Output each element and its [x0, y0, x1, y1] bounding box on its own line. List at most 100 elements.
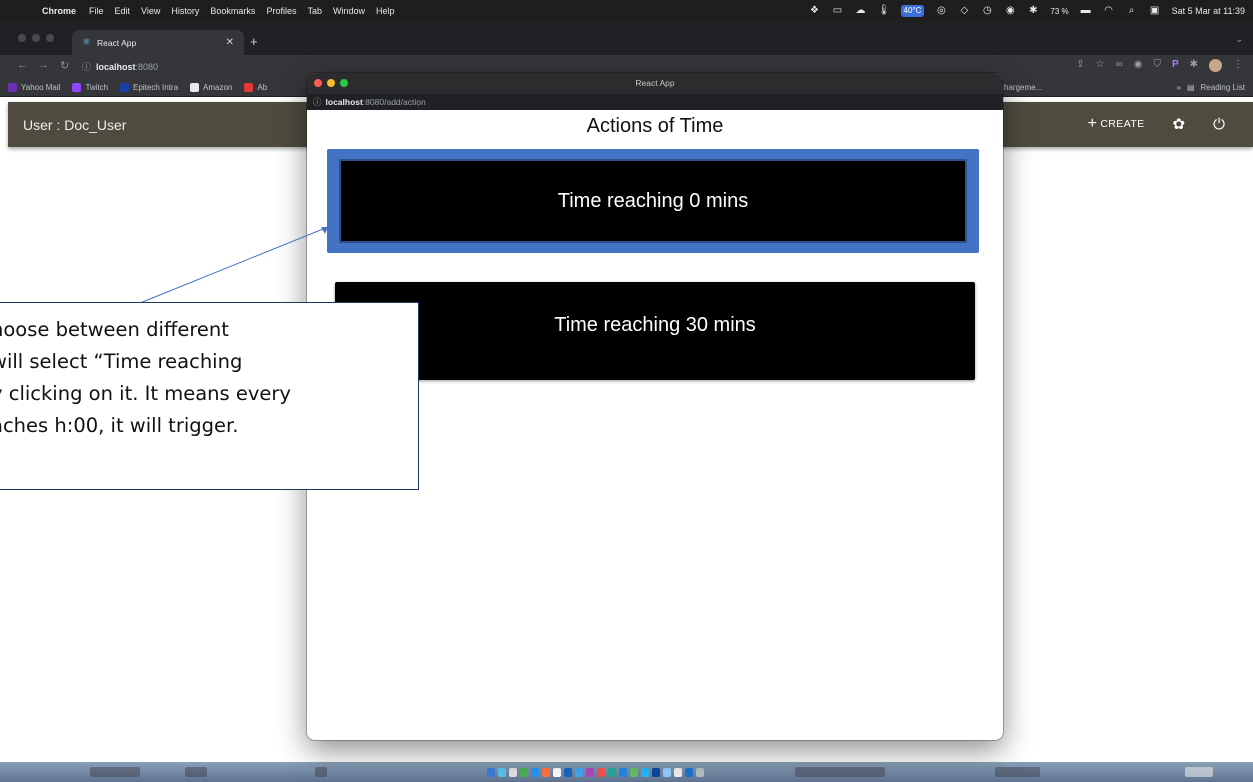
profile-avatar[interactable] — [1209, 59, 1222, 72]
thermometer-icon[interactable]: 🌡 — [878, 6, 891, 16]
bookmarks-more-icon[interactable]: » — [1177, 83, 1181, 92]
callout-line: y clicking on it. It means every — [0, 382, 291, 405]
reload-icon[interactable]: ↻ — [60, 59, 69, 72]
gear-icon[interactable]: ✿ — [1173, 115, 1186, 133]
search-icon[interactable]: ⌕ — [1126, 6, 1138, 16]
menubar-datetime[interactable]: Sat 5 Mar at 11:39 — [1172, 6, 1245, 16]
bookmark-label: Ab — [257, 82, 268, 92]
popup-maximize-button[interactable] — [340, 79, 348, 87]
menu-view[interactable]: View — [141, 6, 160, 16]
dock-app-icon[interactable] — [597, 768, 605, 777]
menu-file[interactable]: File — [89, 6, 104, 16]
dock-app-icon[interactable] — [520, 768, 528, 777]
menu-profiles[interactable]: Profiles — [266, 6, 296, 16]
reading-list-label[interactable]: Reading List — [1201, 83, 1245, 92]
bookmark-amazon[interactable]: Amazon — [190, 82, 232, 92]
display-icon[interactable]: ▭ — [832, 6, 844, 16]
dock-app-icon[interactable] — [696, 768, 704, 777]
popup-close-button[interactable] — [314, 79, 322, 87]
cloud-icon[interactable]: ☁ — [855, 6, 867, 16]
bookmark-label: Twitch — [85, 82, 109, 92]
bookmark-chargeme[interactable]: chargeme... — [1000, 78, 1042, 97]
macos-menubar: Chrome File Edit View History Bookmarks … — [0, 0, 1253, 22]
menu-tab[interactable]: Tab — [307, 6, 322, 16]
control-center-icon[interactable]: ▣ — [1149, 6, 1161, 16]
action-card-selected[interactable]: Time reaching 0 mins — [327, 149, 979, 253]
dock-app-icon[interactable] — [542, 768, 550, 777]
clock-icon[interactable]: ◷ — [981, 6, 993, 16]
dropbox-icon[interactable]: ❖ — [809, 6, 821, 16]
menu-bookmarks[interactable]: Bookmarks — [210, 6, 255, 16]
window-controls — [18, 34, 54, 42]
extension-glasses-icon[interactable]: ∞ — [1116, 59, 1123, 72]
chrome-menu-icon[interactable]: ⋮ — [1233, 59, 1243, 72]
dock-background-window — [795, 767, 885, 777]
minimize-window-button[interactable] — [32, 34, 40, 42]
circle-icon[interactable]: ◎ — [935, 6, 947, 16]
bookmark-yahoo-mail[interactable]: Yahoo Mail — [8, 82, 60, 92]
bookmark-star-icon[interactable]: ☆ — [1096, 59, 1105, 72]
dock-app-icon[interactable] — [619, 768, 627, 777]
tab-react-app[interactable]: ⚛ React App ✕ — [72, 30, 244, 55]
airdrop-icon[interactable]: ◉ — [1004, 6, 1016, 16]
share-icon[interactable]: ⇪ — [1076, 59, 1084, 72]
bluetooth-icon[interactable]: ✱ — [1027, 6, 1039, 16]
site-info-icon[interactable]: ⓘ — [313, 96, 322, 108]
popup-address-bar[interactable]: ⓘ localhost:8080/add/action — [307, 94, 1003, 110]
menu-history[interactable]: History — [171, 6, 199, 16]
popup-window-title: React App — [635, 78, 675, 88]
extension-shield-icon[interactable]: ⛉ — [1153, 59, 1161, 72]
battery-icon[interactable]: ▬ — [1080, 6, 1092, 16]
diamond-icon[interactable]: ◇ — [958, 6, 970, 16]
dock-app-icon[interactable] — [608, 768, 616, 777]
create-button[interactable]: + CREATE — [1088, 116, 1145, 132]
bookmark-ab[interactable]: Ab — [244, 82, 268, 92]
menu-window[interactable]: Window — [333, 6, 365, 16]
dock-app-icon[interactable] — [674, 768, 682, 777]
extensions-puzzle-icon[interactable]: ✱ — [1190, 59, 1198, 72]
bookmark-twitch[interactable]: Twitch — [72, 82, 109, 92]
amazon-icon — [190, 82, 200, 92]
temperature-readout[interactable]: 40°C — [900, 5, 925, 17]
menu-edit[interactable]: Edit — [115, 6, 131, 16]
new-tab-button[interactable]: + — [250, 34, 258, 49]
dock-app-icon[interactable] — [509, 768, 517, 777]
maximize-window-button[interactable] — [46, 34, 54, 42]
dock-app-icon[interactable] — [531, 768, 539, 777]
menubar-status-area: ❖ ▭ ☁ 🌡 40°C ◎ ◇ ◷ ◉ ✱ 73 % ▬ ◠ ⌕ ▣ Sat … — [809, 0, 1245, 22]
forward-arrow-icon[interactable]: → — [38, 59, 49, 71]
reading-list-icon[interactable]: ▤ — [1187, 83, 1195, 92]
bookmark-epitech-intra[interactable]: Epitech Intra — [120, 82, 178, 92]
menu-help[interactable]: Help — [376, 6, 395, 16]
dock-app-icon[interactable] — [652, 768, 660, 777]
tab-search-chevron-icon[interactable]: ⌄ — [1235, 34, 1243, 45]
callout-line: will select “Time reaching — [0, 350, 243, 373]
dock-background-window — [315, 767, 327, 777]
dock-background-window — [90, 767, 140, 777]
extension-circle-icon[interactable]: ◉ — [1134, 59, 1143, 72]
close-window-button[interactable] — [18, 34, 26, 42]
popup-minimize-button[interactable] — [327, 79, 335, 87]
dock-app-icon[interactable] — [663, 768, 671, 777]
dock-app-icon[interactable] — [487, 768, 495, 777]
dock-background-window — [1185, 767, 1213, 777]
close-tab-icon[interactable]: ✕ — [226, 37, 234, 48]
dock-app-icon[interactable] — [630, 768, 638, 777]
action-card[interactable]: Time reaching 30 mins — [335, 282, 975, 380]
back-arrow-icon[interactable]: ← — [17, 59, 28, 71]
menu-app-name[interactable]: Chrome — [42, 6, 76, 16]
dock-app-icon[interactable] — [586, 768, 594, 777]
youtube-icon — [244, 82, 254, 92]
popup-url-host: localhost — [325, 97, 363, 107]
dock-app-icon[interactable] — [685, 768, 693, 777]
battery-percentage[interactable]: 73 % — [1050, 7, 1068, 16]
power-icon[interactable]: ⏻ — [1213, 116, 1225, 133]
dock-app-icon[interactable] — [641, 768, 649, 777]
wifi-icon[interactable]: ◠ — [1103, 6, 1115, 16]
dock-app-icon[interactable] — [564, 768, 572, 777]
extension-p-icon[interactable]: P — [1172, 59, 1179, 72]
dock-app-icon[interactable] — [575, 768, 583, 777]
dock-app-icon[interactable] — [553, 768, 561, 777]
dock-app-icon[interactable] — [498, 768, 506, 777]
site-info-icon[interactable]: ⓘ — [82, 60, 91, 73]
